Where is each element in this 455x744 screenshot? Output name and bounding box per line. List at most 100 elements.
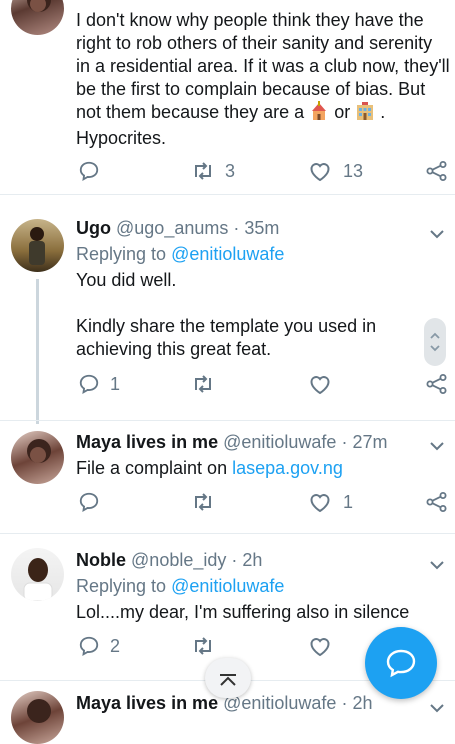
avatar-photo [29,227,45,265]
text-line: right to rob others of their sanity and … [76,33,433,53]
share-button[interactable] [426,373,448,395]
retweet-icon [195,375,211,393]
user-handle[interactable]: @noble_idy [131,550,226,570]
scrollbar-thumb[interactable] [424,318,446,366]
url-link[interactable]: lasepa.gov.ng [232,458,343,478]
avatar-photo [27,439,51,463]
avatar[interactable] [11,431,64,484]
heart-icon [310,638,330,657]
avatar[interactable] [11,0,64,35]
replying-to: Replying to @enitioluwafe [76,244,284,265]
reply-icon [79,161,99,181]
replying-to: Replying to @enitioluwafe [76,576,284,597]
reply-button[interactable] [78,373,100,395]
avatar-photo [27,0,51,12]
share-icon [426,374,447,394]
tweet-item[interactable]: Maya lives in me @enitioluwafe · 27m Fil… [0,421,455,533]
tweet-header: Noble @noble_idy · 2h [76,550,262,571]
like-button[interactable] [308,373,332,395]
like-count: 1 [343,492,354,512]
retweet-button[interactable] [191,373,215,395]
separator-dot: · [341,693,348,713]
retweet-icon [195,493,211,511]
reply-button[interactable] [78,635,100,657]
tweet-header: Ugo @ugo_anums · 35m [76,218,279,239]
separator-dot: · [233,218,240,238]
timestamp[interactable]: 35m [244,218,279,238]
retweet-icon [195,637,211,655]
share-icon [426,492,447,512]
text-line: in a residential area. If it was a club … [76,56,450,76]
avatar[interactable] [11,691,64,744]
replying-prefix: Replying to [76,576,167,596]
mosque-building-icon [355,101,375,127]
reply-icon [79,374,99,394]
text-line: You did well. [76,270,177,290]
scroll-to-top-button[interactable] [205,658,251,698]
text-line: be the first to complain because of bias… [76,79,426,99]
text-line: not them because they are a or . [76,101,450,127]
like-count: 13 [343,161,364,181]
reply-count: 1 [110,374,121,394]
avatar[interactable] [11,548,64,601]
avatar-photo [27,699,51,723]
text-line: Kindly share the template you used in [76,316,377,336]
more-options-button[interactable] [429,439,445,451]
thread-line [36,279,39,424]
text-segment: not them because they are a [76,102,305,122]
text-line: I don't know why people think they have … [76,10,424,30]
timestamp[interactable]: 2h [242,550,262,570]
reply-icon [79,636,99,656]
compose-reply-button[interactable] [365,627,437,699]
tweet-item[interactable]: I don't know why people think they have … [0,0,455,194]
share-icon [426,161,447,181]
avatar[interactable] [11,219,64,272]
display-name[interactable]: Ugo [76,218,111,238]
separator-dot: · [231,550,238,570]
text-line: achieving this great feat. [76,339,272,359]
chevron-down-icon [430,442,444,451]
user-handle[interactable]: @ugo_anums [116,218,228,238]
church-icon [309,101,329,127]
tweet-item[interactable]: Ugo @ugo_anums · 35m Replying to @enitio… [0,195,455,430]
separator-dot: · [341,432,348,452]
reply-button[interactable] [78,160,100,182]
reply-button[interactable] [78,491,100,513]
heart-icon [310,376,330,395]
more-options-button[interactable] [429,558,445,570]
display-name[interactable]: Maya lives in me [76,693,218,713]
chevron-down-icon [430,561,444,570]
share-button[interactable] [426,160,448,182]
heart-icon [310,494,330,513]
tweet-text: You did well. Kindly share the template … [76,269,376,361]
replying-handle-link[interactable]: @enitioluwafe [171,244,284,264]
more-options-button[interactable] [429,701,445,713]
timestamp[interactable]: 27m [352,432,387,452]
chevron-down-icon [430,704,444,713]
display-name[interactable]: Noble [76,550,126,570]
like-button[interactable] [308,160,332,182]
retweet-button[interactable] [191,635,215,657]
retweet-button[interactable] [191,491,215,513]
text-segment: or [334,102,351,122]
share-button[interactable] [426,491,448,513]
retweet-count: 3 [225,161,236,181]
text-line: Lol....my dear, I'm suffering also in si… [76,602,410,622]
text-segment: File a complaint on [76,458,228,478]
replying-prefix: Replying to [76,244,167,264]
like-button[interactable] [308,491,332,513]
tweet-header: Maya lives in me @enitioluwafe · 27m [76,432,387,453]
display-name[interactable]: Maya lives in me [76,432,218,452]
text-segment: . [380,102,386,122]
tweet-text: I don't know why people think they have … [76,9,450,150]
retweet-icon [195,162,211,180]
retweet-button[interactable] [191,160,215,182]
more-options-button[interactable] [429,227,445,239]
like-button[interactable] [308,635,332,657]
replying-handle-link[interactable]: @enitioluwafe [171,576,284,596]
reply-count: 2 [110,636,121,656]
user-handle[interactable]: @enitioluwafe [223,432,336,452]
tweet-text: File a complaint on lasepa.gov.ng [76,457,343,480]
scroll-to-top-icon [220,674,236,686]
scroll-arrows-icon [430,332,440,352]
